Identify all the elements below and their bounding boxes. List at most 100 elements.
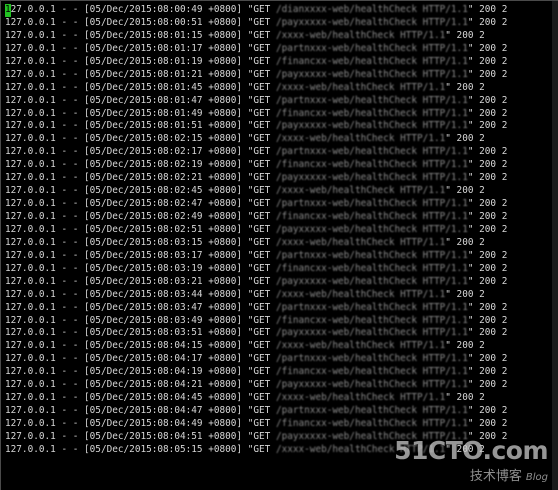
log-line: 127.0.0.1 - - [05/Dec/2015:08:02:19 +080…: [5, 159, 507, 172]
log-line-prefix: 127.0.0.1 - - [05/Dec/2015:08:04:17 +080…: [5, 353, 276, 365]
log-line-path: /xxxx-web/healthCheck HTTP/1.1: [275, 81, 446, 93]
log-line-prefix: 127.0.0.1 - - [05/Dec/2015:08:02:19 +080…: [5, 159, 276, 171]
log-line-status: " 200 2: [467, 55, 508, 67]
log-line-path: /financxx-web/healthCheck HTTP/1.1: [275, 366, 468, 378]
log-line-prefix: 127.0.0.1 - - [05/Dec/2015:08:04:49 +080…: [5, 418, 276, 429]
log-line: 127.0.0.1 - - [05/Dec/2015:08:03:47 +080…: [5, 302, 507, 315]
log-line-prefix: 127.0.0.1 - - [05/Dec/2015:08:02:15 +080…: [5, 133, 276, 145]
scrollbar[interactable]: [552, 1, 558, 490]
log-line-prefix: 127.0.0.1 - - [05/Dec/2015:08:03:49 +080…: [5, 314, 276, 326]
log-line-path: /xxxx-web/healthCheck HTTP/1.1: [275, 236, 446, 248]
log-line-status: " 200 2: [445, 340, 485, 352]
log-line: 127.0.0.1 - - [05/Dec/2015:08:04:49 +080…: [5, 418, 507, 431]
log-line-status: " 200 2: [467, 430, 508, 442]
log-line-status: " 200 2: [467, 198, 508, 210]
log-line-path: /financxx-web/healthCheck HTTP/1.1: [275, 314, 468, 326]
log-line-status: " 200 2: [467, 275, 508, 287]
log-line-prefix: 127.0.0.1 - - [05/Dec/2015:08:01:17 +080…: [5, 42, 276, 54]
log-line-prefix: 127.0.0.1 - - [05/Dec/2015:08:03:44 +080…: [5, 288, 276, 300]
log-line-status: " 200 2: [467, 418, 508, 429]
log-line-path: /partnxxx-web/healthCheck HTTP/1.1: [275, 405, 468, 417]
log-line: 127.0.0.1 - - [05/Dec/2015:08:03:44 +080…: [5, 289, 507, 302]
log-line-path: /payxxxxx-web/healthCheck HTTP/1.1: [275, 68, 468, 80]
log-line-path: /xxxx-web/healthCheck HTTP/1.1: [275, 340, 446, 352]
log-line-prefix: 127.0.0.1 - - [05/Dec/2015:08:03:21 +080…: [5, 275, 276, 287]
log-line-status: " 200 2: [467, 172, 508, 184]
log-line-path: /partnxxx-web/healthCheck HTTP/1.1: [275, 198, 468, 210]
log-line: 127.0.0.1 - - [05/Dec/2015:08:03:19 +080…: [5, 263, 507, 276]
log-line-status: " 200 2: [467, 249, 508, 261]
log-line: 127.0.0.1 - - [05/Dec/2015:08:04:45 +080…: [5, 392, 507, 405]
log-line-prefix: 127.0.0.1 - - [05/Dec/2015:08:01:21 +080…: [5, 68, 276, 80]
log-line-prefix: 127.0.0.1 - - [05/Dec/2015:08:02:47 +080…: [5, 198, 276, 210]
log-line: 127.0.0.1 - - [05/Dec/2015:08:00:51 +080…: [5, 17, 507, 30]
log-line-path: /xxxx-web/healthCheck HTTP/1.1: [275, 443, 446, 455]
log-line-path: /xxxx-web/healthCheck HTTP/1.1: [275, 288, 446, 300]
log-line-status: " 200 2: [467, 405, 508, 417]
log-line-path: /financxx-web/healthCheck HTTP/1.1: [275, 211, 468, 222]
log-line-status: " 200 2: [467, 301, 508, 313]
log-line-prefix: 127.0.0.1 - - [05/Dec/2015:08:03:17 +080…: [5, 249, 276, 261]
log-line-status: " 200 2: [467, 94, 508, 106]
log-line-status: " 200 2: [445, 392, 485, 404]
log-line-status: " 200 2: [445, 236, 485, 248]
log-line: 127.0.0.1 - - [05/Dec/2015:08:03:21 +080…: [5, 276, 507, 289]
log-line-status: " 200 2: [445, 133, 485, 145]
log-line: 127.0.0.1 - - [05/Dec/2015:08:00:49 +080…: [5, 4, 507, 17]
log-line-path: /payxxxxx-web/healthCheck HTTP/1.1: [275, 172, 468, 184]
watermark-subtitle: 技术博客: [469, 469, 522, 484]
log-line-prefix: 127.0.0.1 - - [05/Dec/2015:08:03:19 +080…: [5, 262, 276, 274]
log-line-status: " 200 2: [467, 379, 508, 391]
log-line-status: " 200 2: [467, 68, 508, 80]
log-line: 127.0.0.1 - - [05/Dec/2015:08:03:49 +080…: [5, 315, 507, 328]
log-line-path: /payxxxxx-web/healthCheck HTTP/1.1: [275, 327, 468, 339]
log-line-path: /financxx-web/healthCheck HTTP/1.1: [275, 262, 468, 274]
log-line-prefix: 127.0.0.1 - - [05/Dec/2015:08:01:51 +080…: [5, 120, 276, 132]
log-line-prefix: 127.0.0.1 - - [05/Dec/2015:08:04:51 +080…: [5, 430, 276, 442]
log-line-prefix: 127.0.0.1 - - [05/Dec/2015:08:02:51 +080…: [5, 223, 276, 235]
log-output: 127.0.0.1 - - [05/Dec/2015:08:00:49 +080…: [5, 4, 507, 457]
log-line: 127.0.0.1 - - [05/Dec/2015:08:04:19 +080…: [5, 366, 507, 379]
terminal-window[interactable]: 127.0.0.1 - - [05/Dec/2015:08:00:49 +080…: [0, 0, 558, 490]
log-line-path: /payxxxxx-web/healthCheck HTTP/1.1: [275, 223, 468, 235]
log-line: 127.0.0.1 - - [05/Dec/2015:08:03:17 +080…: [5, 250, 507, 263]
log-line: 127.0.0.1 - - [05/Dec/2015:08:04:47 +080…: [5, 405, 507, 418]
log-line-path: /partnxxx-web/healthCheck HTTP/1.1: [275, 301, 468, 313]
log-line-status: " 200 2: [467, 262, 508, 274]
log-line: 127.0.0.1 - - [05/Dec/2015:08:01:15 +080…: [5, 30, 507, 43]
log-line: 127.0.0.1 - - [05/Dec/2015:08:02:49 +080…: [5, 211, 507, 224]
log-line-path: /financxx-web/healthCheck HTTP/1.1: [275, 418, 468, 429]
log-line-prefix: 127.0.0.1 - - [05/Dec/2015:08:01:15 +080…: [5, 29, 276, 41]
log-line-prefix: 127.0.0.1 - - [05/Dec/2015:08:05:15 +080…: [5, 443, 276, 455]
log-line-path: /xxxx-web/healthCheck HTTP/1.1: [275, 133, 446, 145]
log-line-path: /xxxx-web/healthCheck HTTP/1.1: [275, 392, 446, 404]
log-line: 127.0.0.1 - - [05/Dec/2015:08:02:15 +080…: [5, 133, 507, 146]
log-line-status: " 200 2: [467, 42, 508, 54]
log-line-status: " 200 2: [467, 366, 508, 378]
log-line-status: " 200 2: [467, 146, 508, 158]
log-line-prefix: 127.0.0.1 - - [05/Dec/2015:08:04:47 +080…: [5, 405, 276, 417]
log-line-status: " 200 2: [467, 120, 508, 132]
log-line: 127.0.0.1 - - [05/Dec/2015:08:01:45 +080…: [5, 82, 507, 95]
log-line-prefix: 127.0.0.1 - - [05/Dec/2015:08:02:45 +080…: [5, 185, 276, 197]
log-line-status: " 200 2: [467, 223, 508, 235]
log-line-status: " 200 2: [467, 159, 508, 171]
log-line-path: /payxxxxx-web/healthCheck HTTP/1.1: [275, 16, 468, 28]
log-line: 127.0.0.1 - - [05/Dec/2015:08:04:51 +080…: [5, 431, 507, 444]
log-line-path: /xxxx-web/healthCheck HTTP/1.1: [275, 29, 446, 41]
log-line-path: /partnxxx-web/healthCheck HTTP/1.1: [275, 42, 468, 54]
log-line-status: " 200 2: [467, 16, 508, 28]
log-line-prefix: 127.0.0.1 - - [05/Dec/2015:08:03:47 +080…: [5, 301, 276, 313]
log-line-status: " 200 2: [467, 353, 508, 365]
log-line: 127.0.0.1 - - [05/Dec/2015:08:04:17 +080…: [5, 353, 507, 366]
log-line-prefix: 127.0.0.1 - - [05/Dec/2015:08:02:49 +080…: [5, 211, 276, 222]
log-line-prefix: 127.0.0.1 - - [05/Dec/2015:08:01:45 +080…: [5, 81, 276, 93]
log-line: 127.0.0.1 - - [05/Dec/2015:08:01:51 +080…: [5, 120, 507, 133]
log-line-status: " 200 2: [445, 288, 485, 300]
log-line: 127.0.0.1 - - [05/Dec/2015:08:01:19 +080…: [5, 56, 507, 69]
log-line: 127.0.0.1 - - [05/Dec/2015:08:01:49 +080…: [5, 108, 507, 121]
log-line-status: " 200 2: [445, 29, 485, 41]
log-line: 127.0.0.1 - - [05/Dec/2015:08:02:17 +080…: [5, 146, 507, 159]
log-line-status: " 200 2: [445, 81, 485, 93]
log-line-prefix: 127.0.0.1 - - [05/Dec/2015:08:04:45 +080…: [5, 392, 276, 404]
